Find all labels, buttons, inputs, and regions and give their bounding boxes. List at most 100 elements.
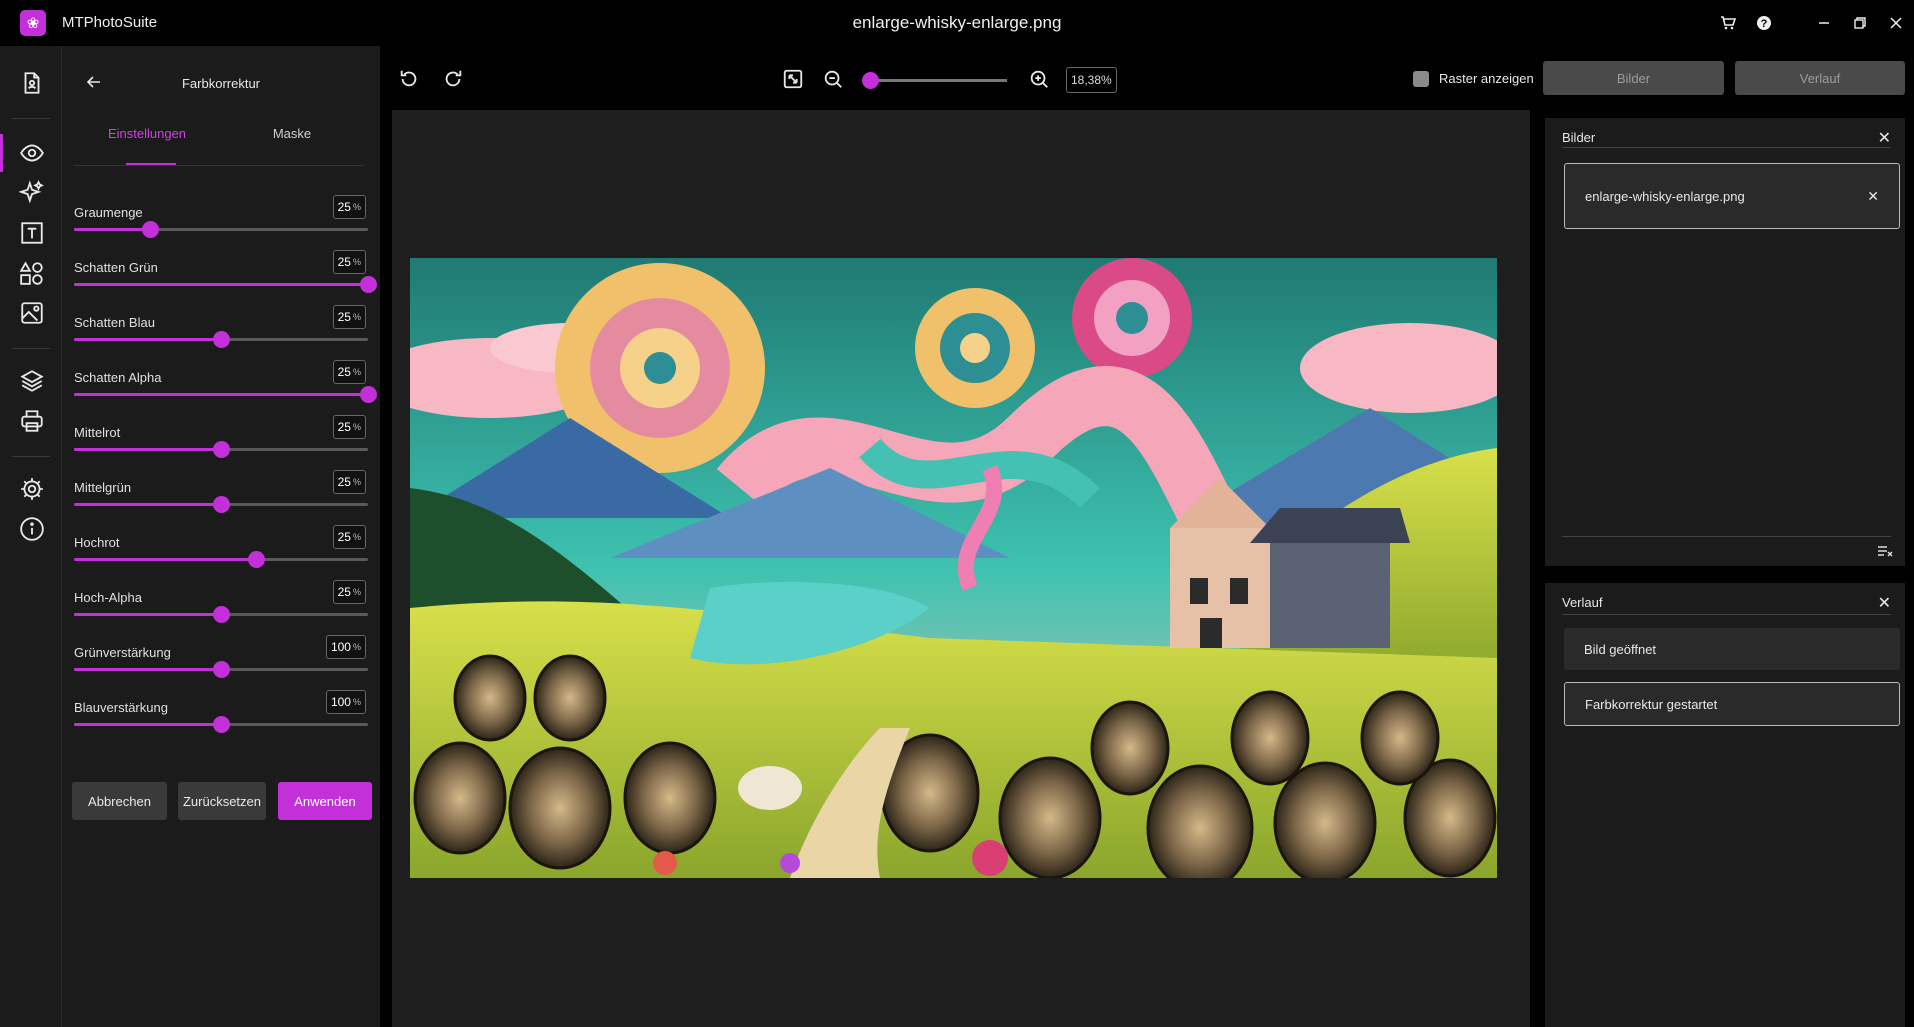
apply-button[interactable]: Anwenden xyxy=(278,782,372,820)
clear-list-icon[interactable] xyxy=(1877,544,1893,561)
close-icon[interactable] xyxy=(1878,0,1914,46)
printer-icon[interactable] xyxy=(15,404,49,438)
history-panel-close-icon[interactable]: ✕ xyxy=(1878,593,1891,613)
cancel-button[interactable]: Abbrechen xyxy=(72,782,167,820)
remove-image-close-icon[interactable]: ✕ xyxy=(1867,188,1879,205)
layers-icon[interactable] xyxy=(15,364,49,398)
slider-value-input[interactable]: 25% xyxy=(332,305,366,329)
gear-icon[interactable] xyxy=(15,472,49,506)
image-list-item[interactable]: enlarge-whisky-enlarge.png ✕ xyxy=(1564,163,1900,229)
slider-thumb[interactable] xyxy=(142,221,160,238)
slider-value-input[interactable]: 25% xyxy=(332,415,366,439)
history-toggle-button[interactable]: Verlauf xyxy=(1735,61,1905,95)
image-list-item-name: enlarge-whisky-enlarge.png xyxy=(1585,188,1745,204)
slider-track[interactable] xyxy=(74,606,368,623)
slider-track[interactable] xyxy=(74,221,368,238)
slider-value-unit: % xyxy=(352,697,361,707)
slider-value-input[interactable]: 100% xyxy=(325,690,366,714)
slider-fill xyxy=(74,558,257,561)
slider-thumb[interactable] xyxy=(213,496,230,513)
image-preview[interactable] xyxy=(410,258,1497,878)
shapes-icon[interactable] xyxy=(15,256,49,290)
slider-row: Blauverstärkung 100% xyxy=(74,686,368,733)
slider-track[interactable] xyxy=(74,496,368,513)
slider-label: Grünverstärkung xyxy=(74,645,171,660)
slider-value-unit: % xyxy=(352,422,361,432)
history-item-current[interactable]: Farbkorrektur gestartet xyxy=(1564,682,1900,726)
help-icon[interactable]: ? xyxy=(1746,0,1782,46)
title-bar: ❀ MTPhotoSuite enlarge-whisky-enlarge.pn… xyxy=(0,0,1914,46)
grid-checkbox[interactable] xyxy=(1413,71,1429,87)
eye-icon[interactable] xyxy=(15,136,49,170)
fit-screen-icon[interactable] xyxy=(780,66,806,92)
undo-icon[interactable] xyxy=(396,66,422,92)
images-toggle-button[interactable]: Bilder xyxy=(1543,61,1724,95)
tool-rail xyxy=(0,46,62,1027)
slider-row: Grünverstärkung 100% xyxy=(74,631,368,678)
zoom-out-icon[interactable] xyxy=(820,66,846,92)
slider-value-number: 100 xyxy=(330,695,351,709)
slider-thumb[interactable] xyxy=(213,661,230,678)
document-icon[interactable] xyxy=(15,66,49,100)
history-item-label: Bild geöffnet xyxy=(1584,641,1657,657)
slider-value-number: 25 xyxy=(337,310,351,324)
active-tab-indicator xyxy=(126,163,176,165)
image-icon[interactable] xyxy=(15,296,49,330)
reset-button[interactable]: Zurücksetzen xyxy=(178,782,266,820)
slider-value-input[interactable]: 25% xyxy=(332,470,366,494)
slider-thumb[interactable] xyxy=(360,386,377,403)
slider-fill xyxy=(74,338,221,341)
slider-track[interactable] xyxy=(74,661,368,678)
slider-track[interactable] xyxy=(74,331,368,348)
slider-fill xyxy=(74,723,221,726)
redo-icon[interactable] xyxy=(440,66,466,92)
restore-icon[interactable] xyxy=(1842,0,1878,46)
slider-value-input[interactable]: 25% xyxy=(332,250,366,274)
slider-label: Mittelrot xyxy=(74,425,121,440)
slider-thumb[interactable] xyxy=(213,441,230,458)
minimize-icon[interactable] xyxy=(1806,0,1842,46)
text-icon[interactable] xyxy=(15,216,49,250)
images-panel: Bilder ✕ enlarge-whisky-enlarge.png ✕ xyxy=(1545,118,1905,566)
slider-value-input[interactable]: 25% xyxy=(332,580,366,604)
color-correction-panel: Farbkorrektur Einstellungen Maske Graume… xyxy=(62,46,380,1027)
slider-value-unit: % xyxy=(352,257,361,267)
slider-thumb[interactable] xyxy=(360,276,377,293)
slider-value-number: 25 xyxy=(337,475,351,489)
slider-track[interactable] xyxy=(74,386,377,403)
slider-value-input[interactable]: 25% xyxy=(332,360,366,384)
slider-track[interactable] xyxy=(74,716,368,733)
slider-fill xyxy=(74,283,368,286)
slider-track[interactable] xyxy=(74,276,377,293)
zoom-slider-track[interactable] xyxy=(870,79,1007,82)
info-icon[interactable] xyxy=(15,512,49,546)
slider-thumb[interactable] xyxy=(213,331,230,348)
slider-value-unit: % xyxy=(352,312,361,322)
image-canvas[interactable] xyxy=(392,110,1530,1027)
tab-einstellungen[interactable]: Einstellungen xyxy=(62,126,232,141)
slider-track[interactable] xyxy=(74,551,368,568)
sparkle-icon[interactable] xyxy=(15,176,49,210)
slider-thumb[interactable] xyxy=(248,551,266,568)
zoom-value[interactable]: 18,38% xyxy=(1066,67,1117,93)
tab-maske[interactable]: Maske xyxy=(232,126,352,141)
slider-row: Schatten Alpha 25% xyxy=(74,356,377,403)
slider-value-unit: % xyxy=(352,477,361,487)
cart-icon[interactable] xyxy=(1710,0,1746,46)
slider-value-input[interactable]: 100% xyxy=(325,635,366,659)
slider-value-input[interactable]: 25% xyxy=(332,525,366,549)
images-panel-close-icon[interactable]: ✕ xyxy=(1878,128,1891,148)
slider-track[interactable] xyxy=(74,441,368,458)
slider-thumb[interactable] xyxy=(213,606,230,623)
slider-value-input[interactable]: 25% xyxy=(332,195,366,219)
slider-fill xyxy=(74,668,221,671)
panel-title: Farbkorrektur xyxy=(181,76,261,91)
zoom-slider-thumb[interactable] xyxy=(862,72,879,89)
history-item[interactable]: Bild geöffnet xyxy=(1564,628,1900,670)
grid-checkbox-label: Raster anzeigen xyxy=(1439,71,1534,86)
slider-fill xyxy=(74,503,221,506)
zoom-in-icon[interactable] xyxy=(1026,66,1052,92)
window-title: enlarge-whisky-enlarge.png xyxy=(852,13,1062,32)
slider-thumb[interactable] xyxy=(213,716,230,733)
slider-label: Blauverstärkung xyxy=(74,700,168,715)
